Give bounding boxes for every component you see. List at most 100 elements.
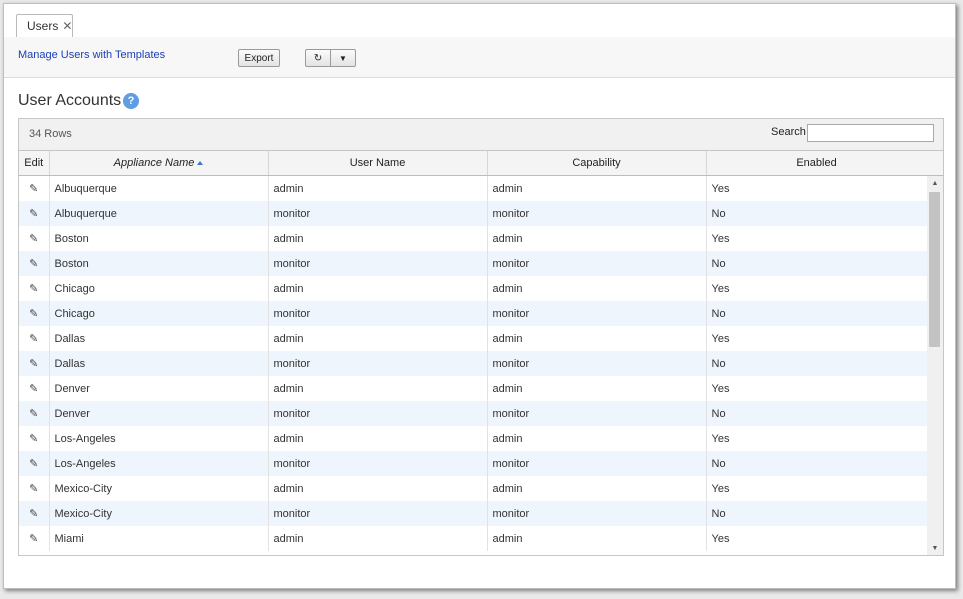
table-row[interactable]: ✎ Dallas monitor monitor No	[19, 351, 928, 376]
pencil-icon[interactable]: ✎	[29, 333, 38, 345]
tab-bar: Users ✕	[4, 4, 955, 38]
appliance-name-cell: Chicago	[49, 301, 269, 326]
appliance-name-cell: Albuquerque	[49, 201, 269, 226]
appliance-name-cell: Miami	[49, 526, 269, 551]
pencil-icon[interactable]: ✎	[29, 258, 38, 270]
user-name-cell: admin	[268, 276, 488, 301]
accounts-table: Edit Appliance Name User Name Capability…	[19, 151, 928, 551]
user-name-cell: admin	[268, 526, 488, 551]
chevron-down-icon[interactable]: ▼	[331, 50, 355, 66]
user-accounts-grid: 34 Rows Search Edit Appliance Name User …	[18, 118, 944, 556]
enabled-cell: Yes	[706, 326, 928, 351]
vertical-scrollbar[interactable]: ▲ ▼	[927, 176, 943, 555]
tab-users-label: Users	[27, 19, 59, 33]
pencil-icon[interactable]: ✎	[29, 383, 38, 395]
table-row[interactable]: ✎ Boston monitor monitor No	[19, 251, 928, 276]
edit-cell: ✎	[19, 251, 50, 276]
page-title: User Accounts	[18, 92, 122, 109]
search-input[interactable]	[807, 124, 934, 142]
table-row[interactable]: ✎ Mexico-City admin admin Yes	[19, 476, 928, 501]
pencil-icon[interactable]: ✎	[29, 233, 38, 245]
table-row[interactable]: ✎ Chicago monitor monitor No	[19, 301, 928, 326]
scroll-down-icon[interactable]: ▼	[927, 541, 943, 555]
appliance-name-cell: Los-Angeles	[49, 451, 269, 476]
scrollbar-header-spacer	[927, 151, 943, 176]
sort-ascending-icon	[197, 161, 204, 165]
tab-users[interactable]: Users ✕	[16, 14, 73, 37]
table-row[interactable]: ✎ Albuquerque admin admin Yes	[19, 175, 928, 201]
user-name-cell: monitor	[268, 401, 488, 426]
column-header-user-name[interactable]: User Name	[268, 151, 488, 176]
pencil-icon[interactable]: ✎	[29, 308, 38, 320]
enabled-cell: No	[706, 201, 928, 226]
appliance-name-cell: Los-Angeles	[49, 426, 269, 451]
table-row[interactable]: ✎ Los-Angeles monitor monitor No	[19, 451, 928, 476]
pencil-icon[interactable]: ✎	[29, 458, 38, 470]
pencil-icon[interactable]: ✎	[29, 533, 38, 545]
pencil-icon[interactable]: ✎	[29, 358, 38, 370]
column-header-enabled[interactable]: Enabled	[706, 151, 928, 176]
pencil-icon[interactable]: ✎	[29, 408, 38, 420]
capability-cell: monitor	[487, 451, 707, 476]
table-row[interactable]: ✎ Mexico-City monitor monitor No	[19, 501, 928, 526]
pencil-icon[interactable]: ✎	[29, 483, 38, 495]
users-window: Users ✕ Manage Users with Templates Expo…	[3, 3, 956, 589]
edit-cell: ✎	[19, 326, 50, 351]
pencil-icon[interactable]: ✎	[29, 508, 38, 520]
scroll-up-icon[interactable]: ▲	[927, 176, 943, 190]
user-name-cell: monitor	[268, 251, 488, 276]
pencil-icon[interactable]: ✎	[29, 183, 38, 195]
table-row[interactable]: ✎ Boston admin admin Yes	[19, 226, 928, 251]
edit-cell: ✎	[19, 226, 50, 251]
table-body: ✎ Albuquerque admin admin Yes ✎ Albuquerque mon…	[19, 175, 928, 551]
column-header-capability[interactable]: Capability	[487, 151, 707, 176]
table-row[interactable]: ✎ Denver monitor monitor No	[19, 401, 928, 426]
capability-cell: admin	[487, 476, 707, 501]
scrollbar-thumb[interactable]	[929, 192, 940, 347]
user-name-cell: monitor	[268, 351, 488, 376]
user-name-cell: admin	[268, 476, 488, 501]
manage-users-templates-link[interactable]: Manage Users with Templates	[18, 49, 165, 61]
capability-cell: admin	[487, 326, 707, 351]
pencil-icon[interactable]: ✎	[29, 283, 38, 295]
table-row[interactable]: ✎ Dallas admin admin Yes	[19, 326, 928, 351]
user-name-cell: monitor	[268, 201, 488, 226]
table-row[interactable]: ✎ Chicago admin admin Yes	[19, 276, 928, 301]
edit-cell: ✎	[19, 175, 50, 201]
pencil-icon[interactable]: ✎	[29, 208, 38, 220]
enabled-cell: No	[706, 401, 928, 426]
appliance-name-cell: Mexico-City	[49, 501, 269, 526]
enabled-cell: No	[706, 501, 928, 526]
refresh-split-button: ↻ ▼	[305, 49, 356, 67]
help-icon[interactable]: ?	[123, 93, 139, 109]
refresh-icon[interactable]: ↻	[306, 50, 330, 66]
table-row[interactable]: ✎ Denver admin admin Yes	[19, 376, 928, 401]
enabled-cell: No	[706, 251, 928, 276]
appliance-name-cell: Boston	[49, 226, 269, 251]
capability-cell: admin	[487, 426, 707, 451]
edit-cell: ✎	[19, 351, 50, 376]
enabled-cell: Yes	[706, 226, 928, 251]
toolbar: Manage Users with Templates Export ↻ ▼	[4, 37, 955, 78]
enabled-cell: Yes	[706, 476, 928, 501]
enabled-cell: Yes	[706, 376, 928, 401]
grid-header-bar: 34 Rows Search	[19, 119, 943, 151]
table-row[interactable]: ✎ Miami admin admin Yes	[19, 526, 928, 551]
pencil-icon[interactable]: ✎	[29, 433, 38, 445]
capability-cell: admin	[487, 175, 707, 201]
edit-cell: ✎	[19, 526, 50, 551]
enabled-cell: No	[706, 351, 928, 376]
column-header-appliance-name[interactable]: Appliance Name	[49, 151, 269, 176]
user-name-cell: admin	[268, 226, 488, 251]
export-button[interactable]: Export	[238, 49, 280, 67]
table-row[interactable]: ✎ Albuquerque monitor monitor No	[19, 201, 928, 226]
edit-cell: ✎	[19, 451, 50, 476]
enabled-cell: Yes	[706, 526, 928, 551]
capability-cell: monitor	[487, 501, 707, 526]
appliance-name-cell: Dallas	[49, 326, 269, 351]
capability-cell: monitor	[487, 401, 707, 426]
enabled-cell: No	[706, 451, 928, 476]
appliance-name-cell: Denver	[49, 401, 269, 426]
close-icon[interactable]: ✕	[62, 19, 72, 33]
table-row[interactable]: ✎ Los-Angeles admin admin Yes	[19, 426, 928, 451]
